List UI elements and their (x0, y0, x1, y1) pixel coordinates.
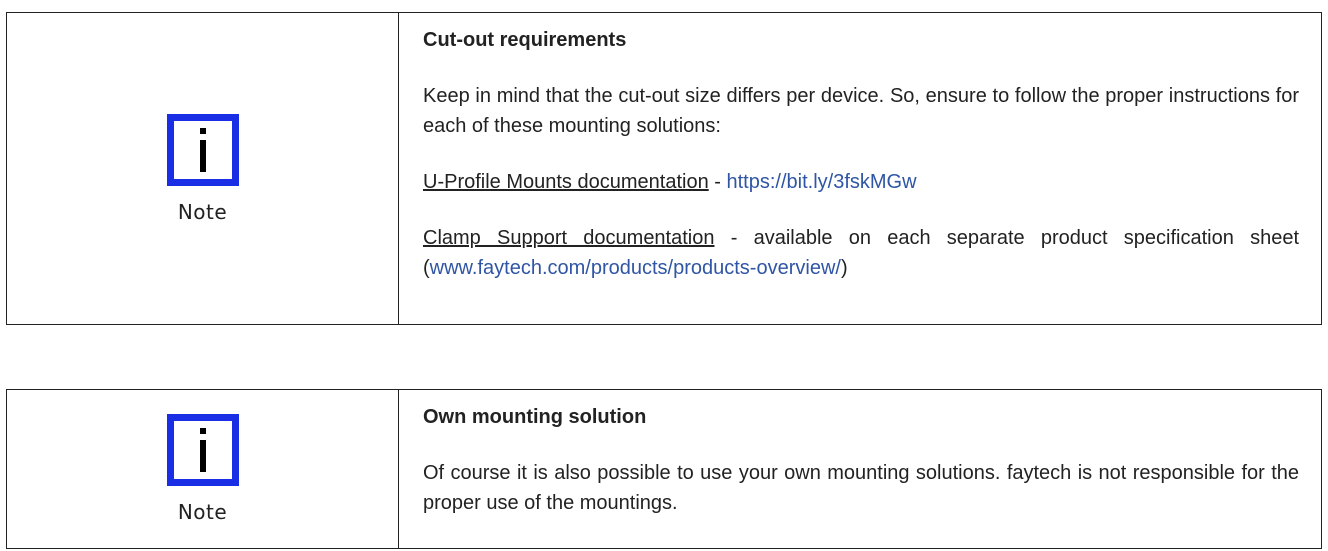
note-box-cutout: Note Cut-out requirements Keep in mind t… (6, 12, 1322, 325)
note-icon-cell: Note (7, 390, 399, 548)
separator: - (708, 171, 727, 193)
note-title: Cut-out requirements (423, 29, 627, 51)
clamp-support-line: Clamp Support documentation - available … (423, 223, 1299, 283)
note-label: Note (177, 500, 228, 524)
faytech-products-link[interactable]: www.faytech.com/products/products-overvi… (430, 257, 841, 279)
note-paragraph: Of course it is also possible to use you… (423, 462, 1299, 514)
note-content: Own mounting solution Of course it is al… (399, 390, 1321, 548)
note-paragraph: Keep in mind that the cut-out size diffe… (423, 85, 1299, 137)
u-profile-doc-link[interactable]: U-Profile Mounts documentation (423, 171, 709, 193)
closing-paren: ) (840, 257, 848, 279)
u-profile-url-link[interactable]: https://bit.ly/3fskMGw (726, 171, 916, 193)
info-icon (166, 414, 239, 486)
info-icon (166, 113, 239, 186)
clamp-support-doc-link[interactable]: Clamp Support documentation (423, 227, 714, 249)
note-box-own-mounting: Note Own mounting solution Of course it … (6, 389, 1322, 549)
note-label: Note (177, 199, 228, 224)
note-content: Cut-out requirements Keep in mind that t… (399, 13, 1321, 324)
u-profile-line: U-Profile Mounts documentation - https:/… (423, 167, 1299, 197)
note-icon-cell: Note (7, 13, 399, 324)
note-title: Own mounting solution (423, 406, 647, 428)
